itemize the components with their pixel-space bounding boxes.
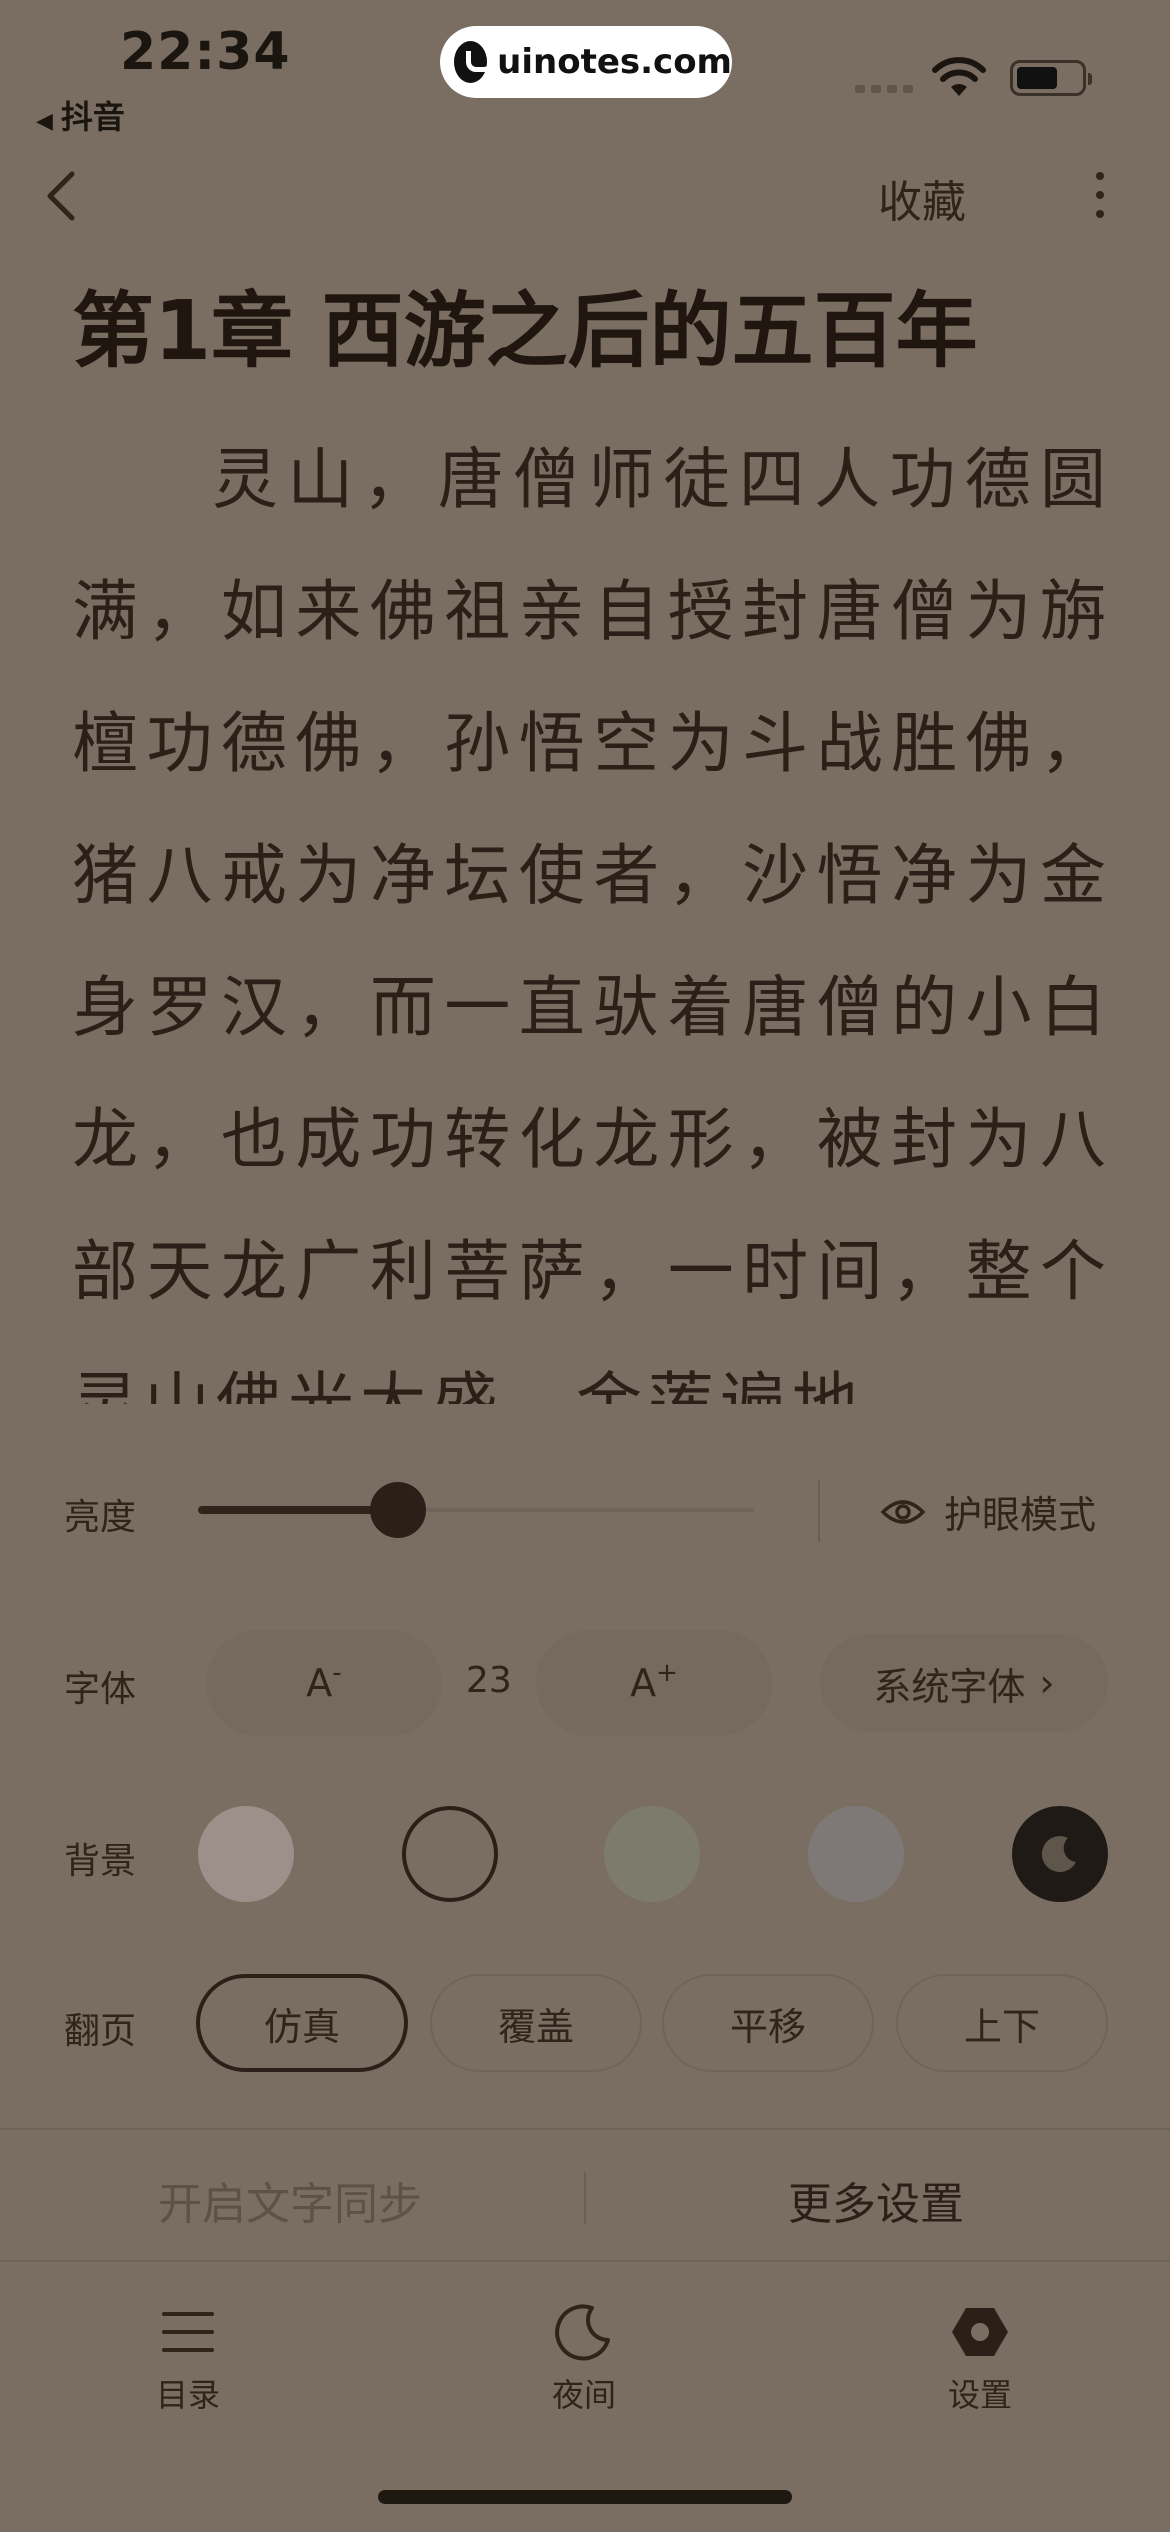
- background-label: 背景: [64, 1841, 137, 1882]
- background-swatch-green[interactable]: [604, 1806, 700, 1902]
- brightness-divider: [818, 1480, 820, 1542]
- brightness-slider-handle[interactable]: [370, 1482, 427, 1538]
- uinotes-logo-icon: [454, 41, 495, 83]
- background-swatch-gray[interactable]: [808, 1806, 904, 1902]
- eye-protection-toggle[interactable]: 护眼模式: [880, 1484, 1096, 1539]
- eye-mode-label: 护眼模式: [944, 1493, 1097, 1537]
- back-to-app-link[interactable]: ◀ 抖音: [36, 92, 125, 138]
- panel-divider-bottom: [0, 2260, 1170, 2262]
- page-turn-option-cover[interactable]: 覆盖: [430, 1974, 642, 2072]
- status-time: 22:34: [120, 22, 291, 82]
- tab-settings[interactable]: 设置: [890, 2300, 1070, 2416]
- font-label: 字体: [64, 1669, 137, 1710]
- menu-icon: [162, 2312, 214, 2352]
- cellular-signal-icon: [855, 85, 913, 93]
- eye-icon: [880, 1499, 926, 1524]
- sync-divider: [584, 2172, 586, 2224]
- brightness-label: 亮度: [64, 1497, 137, 1538]
- settings-hex-icon: [952, 2308, 1008, 2356]
- tab-settings-label: 设置: [947, 2376, 1012, 2414]
- favorite-button[interactable]: 收藏: [878, 166, 966, 230]
- page-turn-option-slide[interactable]: 平移: [662, 1974, 874, 2072]
- more-settings-button[interactable]: 更多设置: [788, 2168, 964, 2232]
- font-decrease-sup: -: [332, 1658, 342, 1688]
- tab-night-label: 夜间: [551, 2376, 616, 2414]
- chapter-title: 第1章 西游之后的五百年: [72, 284, 978, 379]
- tab-toc-label: 目录: [155, 2376, 220, 2414]
- font-increase-button[interactable]: A +: [536, 1630, 772, 1736]
- background-swatch-beige[interactable]: [402, 1806, 498, 1902]
- wifi-icon: [932, 57, 986, 96]
- font-size-value: 23: [466, 1660, 512, 1701]
- status-bar: 22:34 ◀ 抖音 uinotes.com: [0, 0, 1170, 136]
- background-swatch-light[interactable]: [198, 1806, 294, 1902]
- font-decrease-button[interactable]: A-: [206, 1630, 442, 1736]
- tab-toc[interactable]: 目录: [98, 2300, 278, 2416]
- back-chevron-icon[interactable]: [40, 168, 84, 224]
- moon-icon: [1041, 1836, 1076, 1873]
- font-increase-text: A: [630, 1661, 657, 1705]
- back-triangle-icon: ◀: [36, 109, 53, 134]
- more-options-icon[interactable]: [1090, 172, 1110, 218]
- system-font-label: 系统字体: [873, 1664, 1026, 1709]
- battery-icon: [1010, 60, 1092, 96]
- watermark-text: uinotes.com: [497, 42, 732, 82]
- brightness-slider-fill: [198, 1506, 399, 1514]
- chevron-right-icon: ›: [1039, 1661, 1055, 1705]
- moon-icon: [555, 2304, 610, 2361]
- page-turn-option-vertical[interactable]: 上下: [896, 1974, 1108, 2072]
- panel-divider-top: [0, 2128, 1170, 2130]
- tab-night[interactable]: 夜间: [494, 2300, 674, 2416]
- back-app-label: 抖音: [60, 98, 125, 136]
- home-indicator: [378, 2490, 792, 2504]
- reader-content: 灵山，唐僧师徒四人功德圆满，如来佛祖亲自授封唐僧为旃檀功德佛，孙悟空为斗战胜佛，…: [72, 414, 1112, 1404]
- watermark-badge: uinotes.com: [440, 26, 732, 98]
- font-decrease-text: A: [306, 1661, 333, 1705]
- page-turn-label: 翻页: [64, 2011, 137, 2052]
- system-font-button[interactable]: 系统字体 ›: [820, 1634, 1108, 1732]
- background-swatch-night[interactable]: [1012, 1806, 1108, 1902]
- page-turn-option-simulate[interactable]: 仿真: [196, 1974, 408, 2072]
- chapter-paragraph: 灵山，唐僧师徒四人功德圆满，如来佛祖亲自授封唐僧为旃檀功德佛，孙悟空为斗战胜佛，…: [72, 441, 1112, 1404]
- font-increase-sup: +: [656, 1658, 678, 1688]
- text-sync-button[interactable]: 开启文字同步: [158, 2168, 422, 2232]
